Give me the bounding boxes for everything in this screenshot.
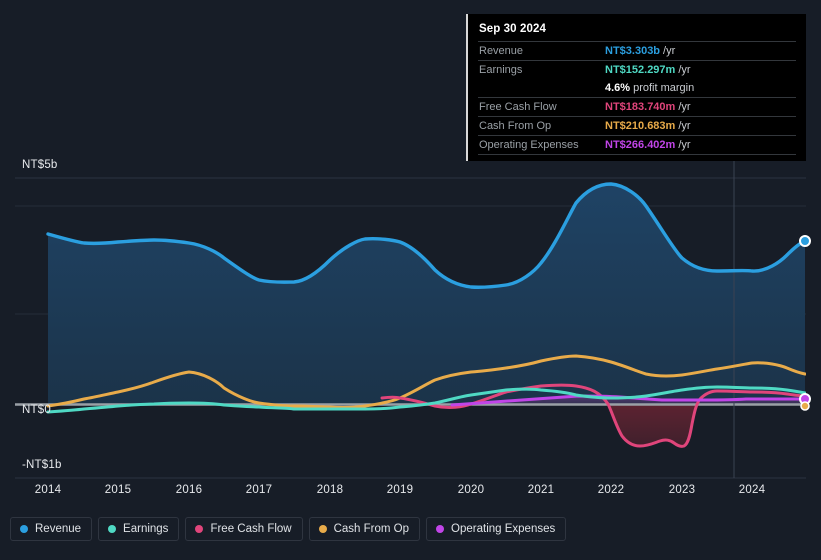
- cash-from-op-endpoint: [800, 401, 810, 411]
- legend-item-revenue[interactable]: Revenue: [10, 517, 93, 541]
- tooltip-row-cash-from-op: Cash From Op NT$210.683m /yr: [478, 116, 796, 135]
- revenue-endpoint: [799, 235, 811, 247]
- tooltip-value-free-cash-flow: NT$183.740m: [605, 101, 676, 113]
- tooltip-label-earnings: Earnings: [479, 64, 523, 76]
- x-axis-label-2017: 2017: [245, 484, 273, 496]
- x-axis-label-2022: 2022: [597, 484, 625, 496]
- legend-label-operating-expenses: Operating Expenses: [451, 523, 556, 535]
- cash-from-op-color-dot-icon: [318, 525, 327, 533]
- tooltip-row-operating-expenses: Operating Expenses NT$266.402m /yr: [478, 135, 796, 155]
- legend-label-earnings: Earnings: [123, 523, 169, 535]
- tooltip-row-revenue: Revenue NT$3.303b /yr: [478, 41, 796, 60]
- tooltip-label-cash-from-op: Cash From Op: [479, 120, 552, 132]
- revenue-color-dot-icon: [20, 525, 28, 533]
- tooltip-unit-profit-margin: profit margin: [633, 82, 695, 94]
- tooltip-unit-operating-expenses: /yr: [678, 139, 691, 151]
- legend-item-cash-from-op[interactable]: Cash From Op: [308, 517, 421, 541]
- tooltip-value-revenue: NT$3.303b: [605, 45, 661, 57]
- y-axis-label-bottom: -NT$1b: [22, 459, 62, 471]
- tooltip-value-cash-from-op: NT$210.683m: [605, 120, 676, 132]
- x-axis-label-2020: 2020: [457, 484, 485, 496]
- tooltip-value-earnings: NT$152.297m: [605, 64, 676, 76]
- tooltip-label-operating-expenses: Operating Expenses: [479, 139, 579, 151]
- free-cash-flow-color-dot-icon: [195, 525, 204, 533]
- legend-label-cash-from-op: Cash From Op: [333, 523, 410, 535]
- free-cash-flow-negative-area: [608, 404, 696, 447]
- earnings-color-dot-icon: [108, 525, 117, 533]
- tooltip-unit-earnings: /yr: [678, 64, 691, 76]
- operating-expenses-color-dot-icon: [436, 525, 445, 533]
- revenue-area: [48, 184, 805, 404]
- x-axis-label-2015: 2015: [104, 484, 132, 496]
- tooltip-unit-free-cash-flow: /yr: [678, 101, 691, 113]
- tooltip-unit-revenue: /yr: [663, 45, 676, 57]
- tooltip-row-profit-margin: 4.6% profit margin: [478, 79, 796, 97]
- x-axis-label-2018: 2018: [316, 484, 344, 496]
- tooltip-row-free-cash-flow: Free Cash Flow NT$183.740m /yr: [478, 97, 796, 116]
- tooltip-row-earnings: Earnings NT$152.297m /yr: [478, 60, 796, 79]
- legend-item-earnings[interactable]: Earnings: [98, 517, 180, 541]
- y-axis-label-top: NT$5b: [22, 159, 58, 171]
- chart-legend: Revenue Earnings Free Cash Flow Cash Fro…: [10, 517, 567, 541]
- legend-item-operating-expenses[interactable]: Operating Expenses: [426, 517, 567, 541]
- x-axis-label-2014: 2014: [34, 484, 62, 496]
- x-axis-label-2016: 2016: [175, 484, 203, 496]
- chart-page: NT$5b NT$0 -NT$1b 2014 2015 2016 2017 20…: [0, 0, 821, 560]
- legend-item-free-cash-flow[interactable]: Free Cash Flow: [185, 517, 303, 541]
- legend-label-free-cash-flow: Free Cash Flow: [210, 523, 292, 535]
- chart-tooltip: Sep 30 2024 Revenue NT$3.303b /yr Earnin…: [466, 14, 806, 161]
- x-axis-label-2024: 2024: [738, 484, 766, 496]
- x-axis-label-2023: 2023: [668, 484, 696, 496]
- tooltip-value-profit-margin: 4.6%: [605, 82, 631, 94]
- tooltip-value-operating-expenses: NT$266.402m: [605, 139, 676, 151]
- tooltip-unit-cash-from-op: /yr: [678, 120, 691, 132]
- tooltip-label-free-cash-flow: Free Cash Flow: [479, 101, 557, 113]
- tooltip-label-revenue: Revenue: [479, 45, 524, 57]
- legend-label-revenue: Revenue: [35, 523, 82, 535]
- x-axis-label-2021: 2021: [527, 484, 555, 496]
- y-axis-label-zero: NT$0: [22, 404, 51, 416]
- tooltip-date: Sep 30 2024: [479, 23, 546, 35]
- x-axis-label-2019: 2019: [386, 484, 414, 496]
